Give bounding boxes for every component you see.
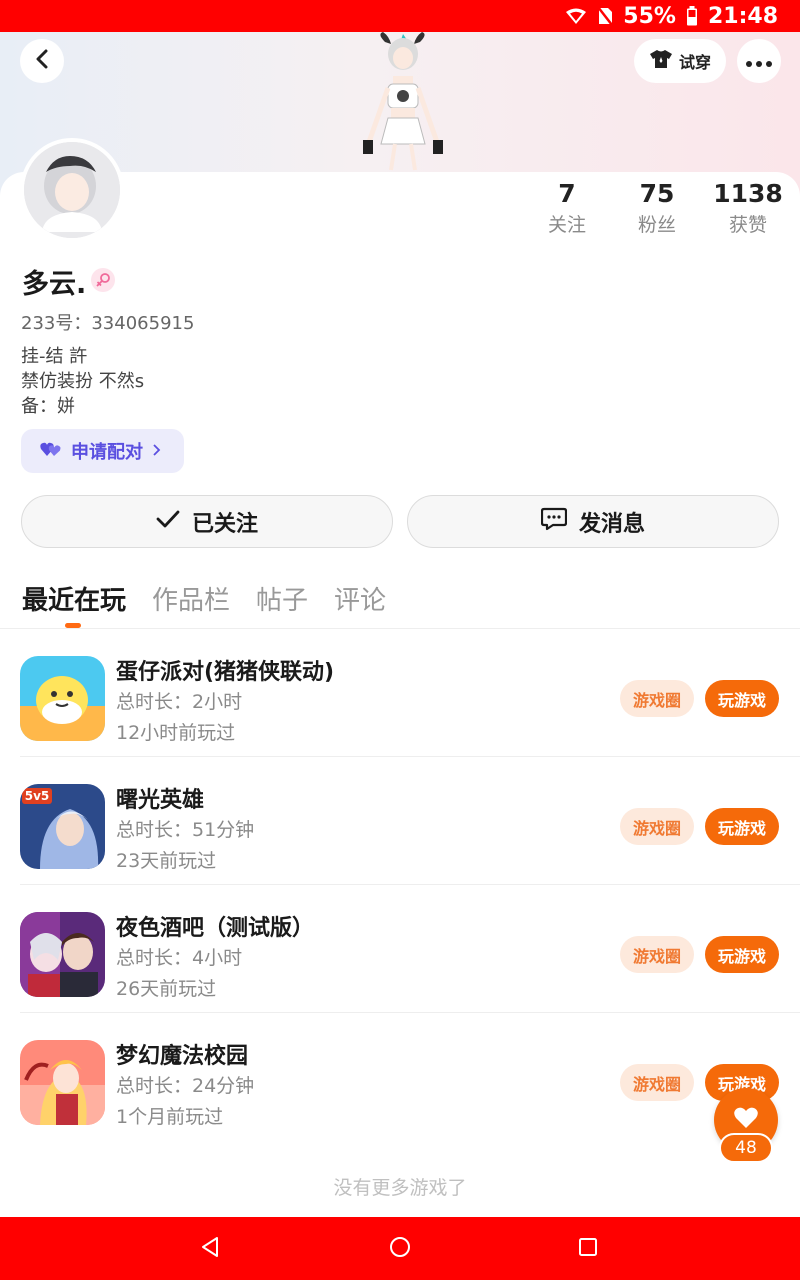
game-row[interactable]: 蛋仔派对(猪猪侠联动) 总时长：2小时 12小时前玩过 游戏圈 玩游戏 bbox=[0, 629, 800, 757]
game-circle-button[interactable]: 游戏圈 bbox=[620, 936, 694, 973]
bio: 挂-结 許 禁仿装扮 不然s 备：姘 bbox=[21, 344, 144, 419]
apply-pair-button[interactable]: 申请配对 bbox=[21, 429, 184, 473]
eggy-party-icon bbox=[20, 656, 105, 741]
send-message-label: 发消息 bbox=[578, 511, 645, 537]
stat-followers-value: 75 bbox=[639, 179, 675, 208]
stat-followers-label: 粉丝 bbox=[637, 214, 676, 236]
stat-following-value: 7 bbox=[558, 179, 576, 208]
game-name: 梦幻魔法校园 bbox=[116, 1044, 249, 1069]
play-game-button[interactable]: 玩游戏 bbox=[705, 808, 779, 845]
stat-followers[interactable]: 75 粉丝 bbox=[612, 178, 702, 240]
back-button[interactable] bbox=[20, 39, 64, 83]
game-duration: 总时长：4小时 bbox=[116, 947, 243, 969]
game-duration: 总时长：2小时 bbox=[116, 691, 243, 713]
wifi-icon bbox=[565, 7, 587, 25]
avatar[interactable] bbox=[20, 138, 124, 242]
stat-likes-value: 1138 bbox=[713, 179, 783, 208]
bio-line: 挂-结 許 bbox=[21, 346, 88, 367]
female-gender-icon bbox=[91, 268, 115, 292]
followed-button[interactable]: 已关注 bbox=[21, 495, 393, 548]
send-message-button[interactable]: 发消息 bbox=[407, 495, 779, 548]
game-last-played: 23天前玩过 bbox=[116, 850, 217, 872]
stat-likes-label: 获赞 bbox=[728, 214, 767, 236]
profile-stats: 7 关注 75 粉丝 1138 获赞 bbox=[522, 178, 800, 242]
game-name: 曙光英雄 bbox=[116, 788, 205, 813]
game-circle-button[interactable]: 游戏圈 bbox=[620, 680, 694, 717]
triangle-back-icon bbox=[200, 1236, 220, 1262]
magic-school-icon bbox=[20, 1040, 105, 1125]
no-sim-icon bbox=[597, 6, 614, 26]
game-row[interactable]: 5v5 曙光英雄 总时长：51分钟 23天前玩过 游戏圈 玩游戏 bbox=[0, 757, 800, 885]
game-row[interactable]: 夜色酒吧（测试版） 总时长：4小时 26天前玩过 游戏圈 玩游戏 bbox=[0, 885, 800, 1013]
game-circle-button[interactable]: 游戏圈 bbox=[620, 808, 694, 845]
game-last-played: 12小时前玩过 bbox=[116, 722, 236, 744]
battery-icon bbox=[686, 6, 698, 26]
square-recents-icon bbox=[578, 1237, 598, 1261]
more-dots-icon bbox=[746, 52, 772, 71]
no-more-games-text: 没有更多游戏了 bbox=[333, 1177, 467, 1199]
game-name: 夜色酒吧（测试版） bbox=[116, 916, 315, 941]
chat-bubble-icon bbox=[540, 507, 568, 537]
dawn-heroes-icon: 5v5 bbox=[20, 784, 105, 869]
tab-recently-played[interactable]: 最近在玩 bbox=[22, 580, 126, 617]
stat-likes[interactable]: 1138 获赞 bbox=[703, 178, 793, 240]
apply-pair-label: 申请配对 bbox=[71, 442, 143, 463]
play-game-button[interactable]: 玩游戏 bbox=[705, 680, 779, 717]
like-count-badge: 48 bbox=[719, 1133, 773, 1163]
status-bar: 55% 21:48 bbox=[0, 0, 800, 32]
user-id: 233号：334065915 bbox=[21, 313, 195, 334]
double-heart-icon bbox=[39, 440, 63, 463]
game-last-played: 26天前玩过 bbox=[116, 978, 217, 1000]
shirt-icon bbox=[649, 49, 673, 73]
game-last-played: 1个月前玩过 bbox=[116, 1106, 224, 1128]
game-name: 蛋仔派对(猪猪侠联动) bbox=[116, 660, 335, 685]
try-on-button[interactable]: 试穿 bbox=[634, 39, 726, 83]
nav-back-button[interactable] bbox=[194, 1233, 226, 1265]
tab-works[interactable]: 作品栏 bbox=[152, 580, 230, 617]
try-on-label: 试穿 bbox=[678, 53, 711, 72]
play-game-button[interactable]: 玩游戏 bbox=[705, 936, 779, 973]
chevron-left-icon bbox=[34, 49, 50, 73]
bio-line: 备：姘 bbox=[21, 396, 75, 417]
system-navigation-bar bbox=[0, 1217, 800, 1280]
more-button[interactable] bbox=[737, 39, 781, 83]
clock: 21:48 bbox=[707, 3, 778, 29]
game-row[interactable]: 梦幻魔法校园 总时长：24分钟 1个月前玩过 游戏圈 玩游戏 bbox=[0, 1013, 800, 1141]
stat-following[interactable]: 7 关注 bbox=[522, 178, 612, 240]
night-bar-icon bbox=[20, 912, 105, 997]
nav-home-button[interactable] bbox=[384, 1233, 416, 1265]
tab-posts[interactable]: 帖子 bbox=[256, 580, 308, 617]
game-duration: 总时长：51分钟 bbox=[116, 819, 255, 841]
tab-comments[interactable]: 评论 bbox=[334, 580, 386, 617]
game-circle-button[interactable]: 游戏圈 bbox=[620, 1064, 694, 1101]
followed-label: 已关注 bbox=[191, 511, 258, 537]
username: 多云. bbox=[22, 269, 87, 300]
bio-line: 禁仿装扮 不然s bbox=[21, 371, 145, 392]
battery-percent: 55% bbox=[623, 3, 676, 29]
game-duration: 总时长：24分钟 bbox=[116, 1075, 255, 1097]
svg-text:5v5: 5v5 bbox=[25, 789, 50, 803]
nav-recents-button[interactable] bbox=[572, 1233, 604, 1265]
avatar-character-figure bbox=[355, 32, 450, 172]
heart-icon bbox=[733, 1106, 759, 1134]
circle-home-icon bbox=[389, 1236, 411, 1262]
chevron-right-icon bbox=[151, 441, 161, 462]
stat-following-label: 关注 bbox=[547, 214, 586, 236]
checkmark-icon bbox=[156, 509, 180, 534]
